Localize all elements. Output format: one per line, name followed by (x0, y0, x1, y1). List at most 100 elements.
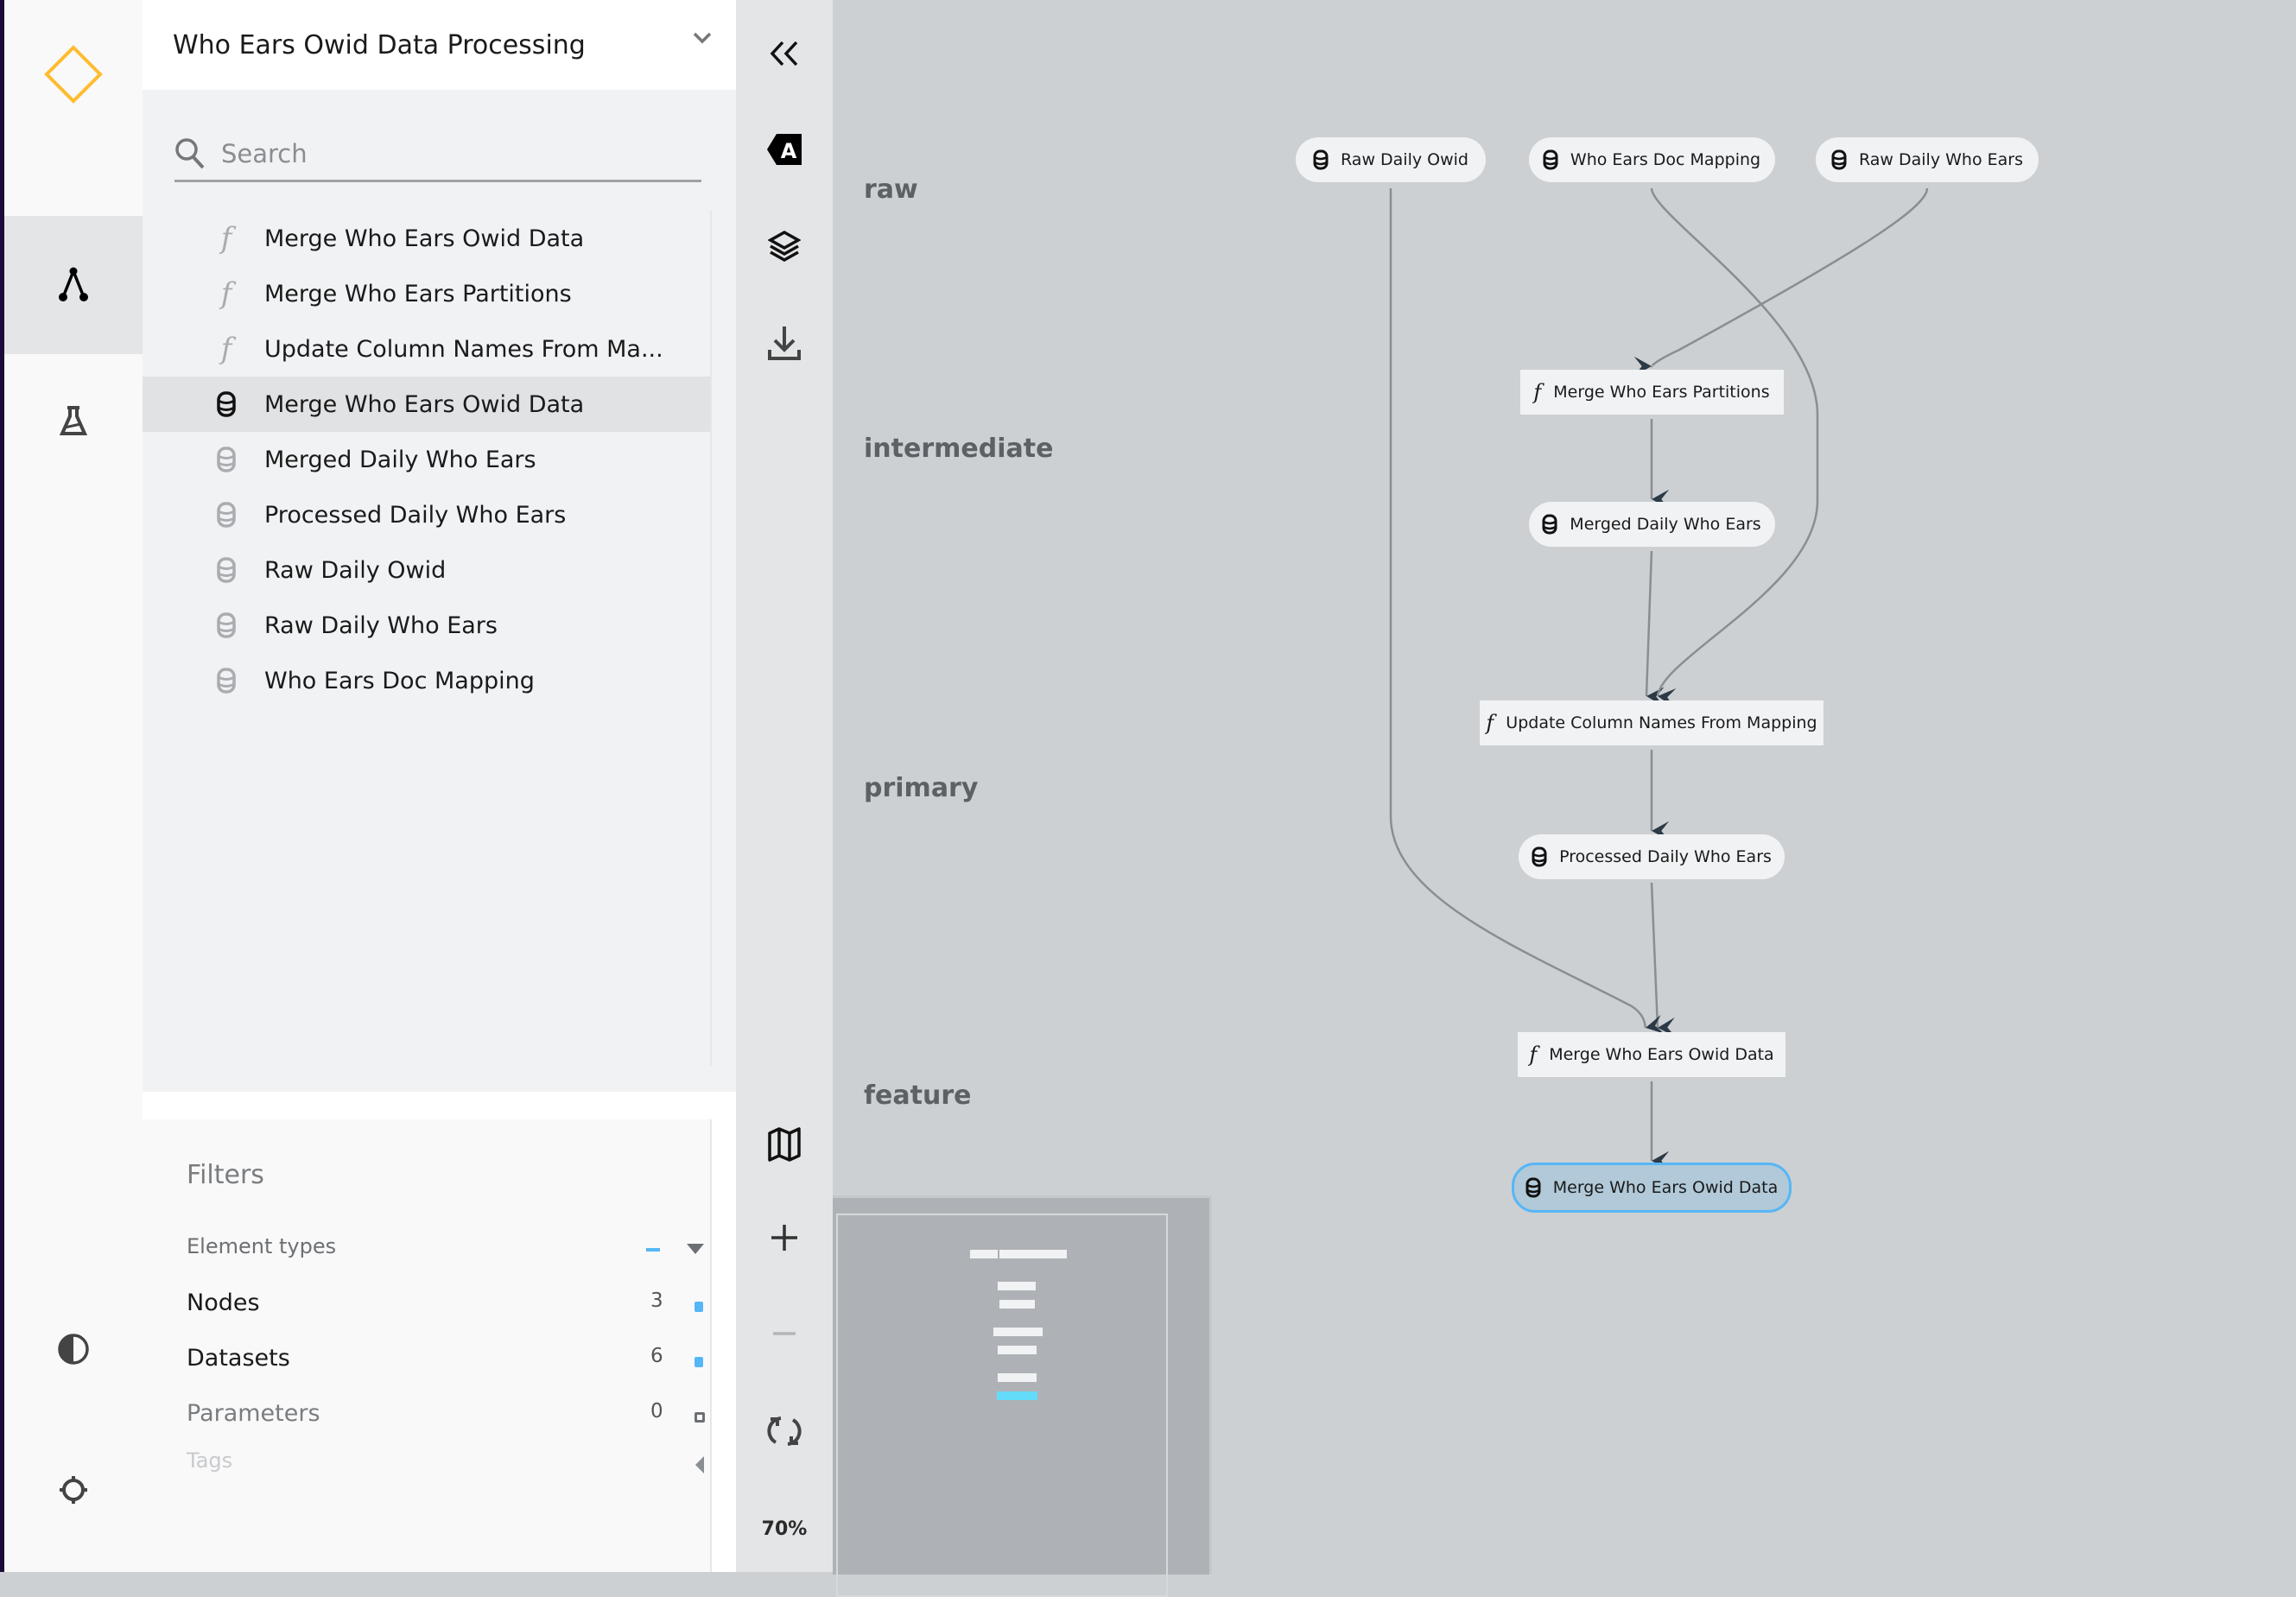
zoom-in-button[interactable] (736, 1203, 833, 1272)
list-item-label: Raw Daily Who Ears (264, 612, 498, 639)
graph-node-label: Merge Who Ears Owid Data (1549, 1045, 1774, 1064)
nav-flowchart-button[interactable] (4, 216, 143, 354)
filter-row-datasets[interactable]: Datasets 6 (187, 1345, 705, 1388)
svg-text:A: A (781, 139, 797, 163)
edge-processed-daily-who-ears-to-merge-who-ears-owid-data-fn (1650, 882, 1676, 1037)
element-types-label: Element types (187, 1234, 337, 1258)
list-item[interactable]: f Update Column Names From Ma... (143, 321, 710, 377)
filter-label: Datasets (187, 1345, 290, 1372)
list-item[interactable]: Raw Daily Who Ears (143, 598, 710, 653)
caret-left-icon[interactable] (695, 1455, 705, 1474)
reset-view-button[interactable] (736, 1397, 833, 1466)
function-icon: f (220, 221, 232, 256)
zoom-level: 70% (761, 1518, 808, 1540)
filter-checkbox[interactable] (695, 1357, 703, 1367)
toggle-minimap-button[interactable] (736, 1110, 833, 1179)
search-icon (175, 138, 205, 169)
partial-selection-indicator (646, 1248, 660, 1252)
search-input[interactable] (219, 138, 672, 169)
function-icon: f (1533, 380, 1542, 404)
graph-node-label: Merge Who Ears Owid Data (1552, 1178, 1779, 1197)
label-icon: A (767, 134, 802, 165)
graph-node-label: Processed Daily Who Ears (1559, 847, 1772, 866)
list-item-label: Merge Who Ears Owid Data (264, 225, 585, 252)
filter-label: Parameters (187, 1400, 320, 1427)
filter-label: Nodes (187, 1290, 260, 1316)
map-icon (768, 1127, 801, 1162)
chevron-down-icon (693, 32, 712, 44)
list-item[interactable]: f Merge Who Ears Partitions (143, 266, 710, 321)
zoom-out-button[interactable] (736, 1299, 833, 1368)
dataset-icon (1831, 149, 1847, 170)
element-types-group[interactable]: Element types (187, 1234, 705, 1277)
list-item-label: Processed Daily Who Ears (264, 501, 567, 529)
caret-down-icon[interactable] (686, 1243, 705, 1255)
theme-toggle-button[interactable] (4, 1306, 143, 1392)
list-item-label: Merged Daily Who Ears (264, 446, 536, 473)
function-icon: f (220, 276, 232, 311)
minimap[interactable] (833, 1195, 1212, 1597)
export-button[interactable] (736, 308, 833, 377)
dataset-icon (213, 553, 239, 587)
list-item-label: Update Column Names From Ma... (264, 335, 663, 363)
dataset-icon (1543, 149, 1558, 170)
graph-node-raw-daily-owid[interactable]: Raw Daily Owid (1296, 137, 1486, 182)
list-item[interactable]: Who Ears Doc Mapping (143, 653, 710, 708)
filters-panel: Filters Element types Nodes 3 Datasets 6 Par… (143, 1092, 736, 1572)
flask-icon (59, 406, 88, 435)
edge-raw-daily-owid-to-merge-who-ears-owid-data-fn (1389, 188, 1665, 1035)
toggle-labels-button[interactable]: A (736, 115, 833, 184)
list-item-label: Merge Who Ears Owid Data (264, 390, 585, 418)
minimap-node (999, 1300, 1035, 1309)
contrast-icon (58, 1334, 89, 1365)
node-list: f Merge Who Ears Owid Data f Merge Who Ears… (143, 211, 712, 1066)
list-item-label: Merge Who Ears Partitions (264, 280, 572, 307)
minimap-viewport[interactable] (836, 1214, 1168, 1597)
list-item[interactable]: Raw Daily Owid (143, 542, 710, 598)
graph-node-label: Raw Daily Who Ears (1859, 150, 2023, 169)
double-chevron-left-icon (770, 41, 798, 67)
edge-who-ears-doc-mapping-to-update-column-names (1650, 187, 1819, 708)
collapse-sidebar-button[interactable] (736, 19, 833, 88)
list-item[interactable]: f Merge Who Ears Owid Data (143, 211, 710, 266)
nav-experiment-tracking-button[interactable] (4, 377, 143, 464)
filter-checkbox[interactable] (695, 1412, 705, 1423)
tags-group[interactable]: Tags (187, 1448, 705, 1492)
graph-node-who-ears-doc-mapping[interactable]: Who Ears Doc Mapping (1528, 137, 1775, 182)
list-item[interactable]: Processed Daily Who Ears (143, 487, 710, 542)
list-item[interactable]: Merged Daily Who Ears (143, 432, 710, 487)
settings-button[interactable] (4, 1447, 143, 1533)
filter-checkbox[interactable] (695, 1302, 703, 1312)
graph-node-merge-who-ears-owid-data-fn[interactable]: f Merge Who Ears Owid Data (1518, 1032, 1785, 1077)
dataset-icon (213, 387, 239, 421)
graph-node-merge-who-ears-owid-data-ds[interactable]: Merge Who Ears Owid Data (1512, 1163, 1792, 1213)
filter-count: 0 (650, 1400, 663, 1423)
dataset-icon (1313, 149, 1329, 170)
function-icon: f (1486, 711, 1494, 735)
pipeline-dropdown[interactable]: Who Ears Owid Data Processing (143, 0, 736, 90)
toggle-layers-button[interactable] (736, 212, 833, 281)
graph-node-raw-daily-who-ears[interactable]: Raw Daily Who Ears (1816, 137, 2039, 182)
dataset-icon (213, 442, 239, 477)
graph-node-label: Update Column Names From Mapping (1506, 713, 1817, 732)
graph-node-update-column-names[interactable]: f Update Column Names From Mapping (1480, 700, 1823, 745)
download-icon (768, 326, 801, 360)
graph-node-processed-daily-who-ears[interactable]: Processed Daily Who Ears (1519, 834, 1785, 879)
function-icon: f (1529, 1042, 1538, 1067)
function-icon: f (220, 332, 232, 366)
minimap-node (970, 1250, 998, 1259)
minimap-node (998, 1346, 1037, 1355)
list-item[interactable]: Merge Who Ears Owid Data (143, 377, 710, 432)
search-field[interactable] (174, 128, 701, 182)
filter-count: 3 (650, 1290, 663, 1312)
kedro-diamond-icon (44, 45, 103, 104)
graph-node-merge-who-ears-partitions[interactable]: f Merge Who Ears Partitions (1519, 370, 1784, 415)
minus-icon (773, 1332, 796, 1335)
filter-row-nodes[interactable]: Nodes 3 (187, 1290, 705, 1333)
edge-merged-daily-who-ears-to-update-column-names (1645, 550, 1665, 707)
graph-node-merged-daily-who-ears[interactable]: Merged Daily Who Ears (1528, 502, 1775, 547)
filter-row-parameters[interactable]: Parameters 0 (187, 1400, 705, 1443)
kedro-logo[interactable] (4, 31, 143, 117)
layers-icon (768, 230, 801, 263)
pipeline-title: Who Ears Owid Data Processing (173, 29, 586, 60)
